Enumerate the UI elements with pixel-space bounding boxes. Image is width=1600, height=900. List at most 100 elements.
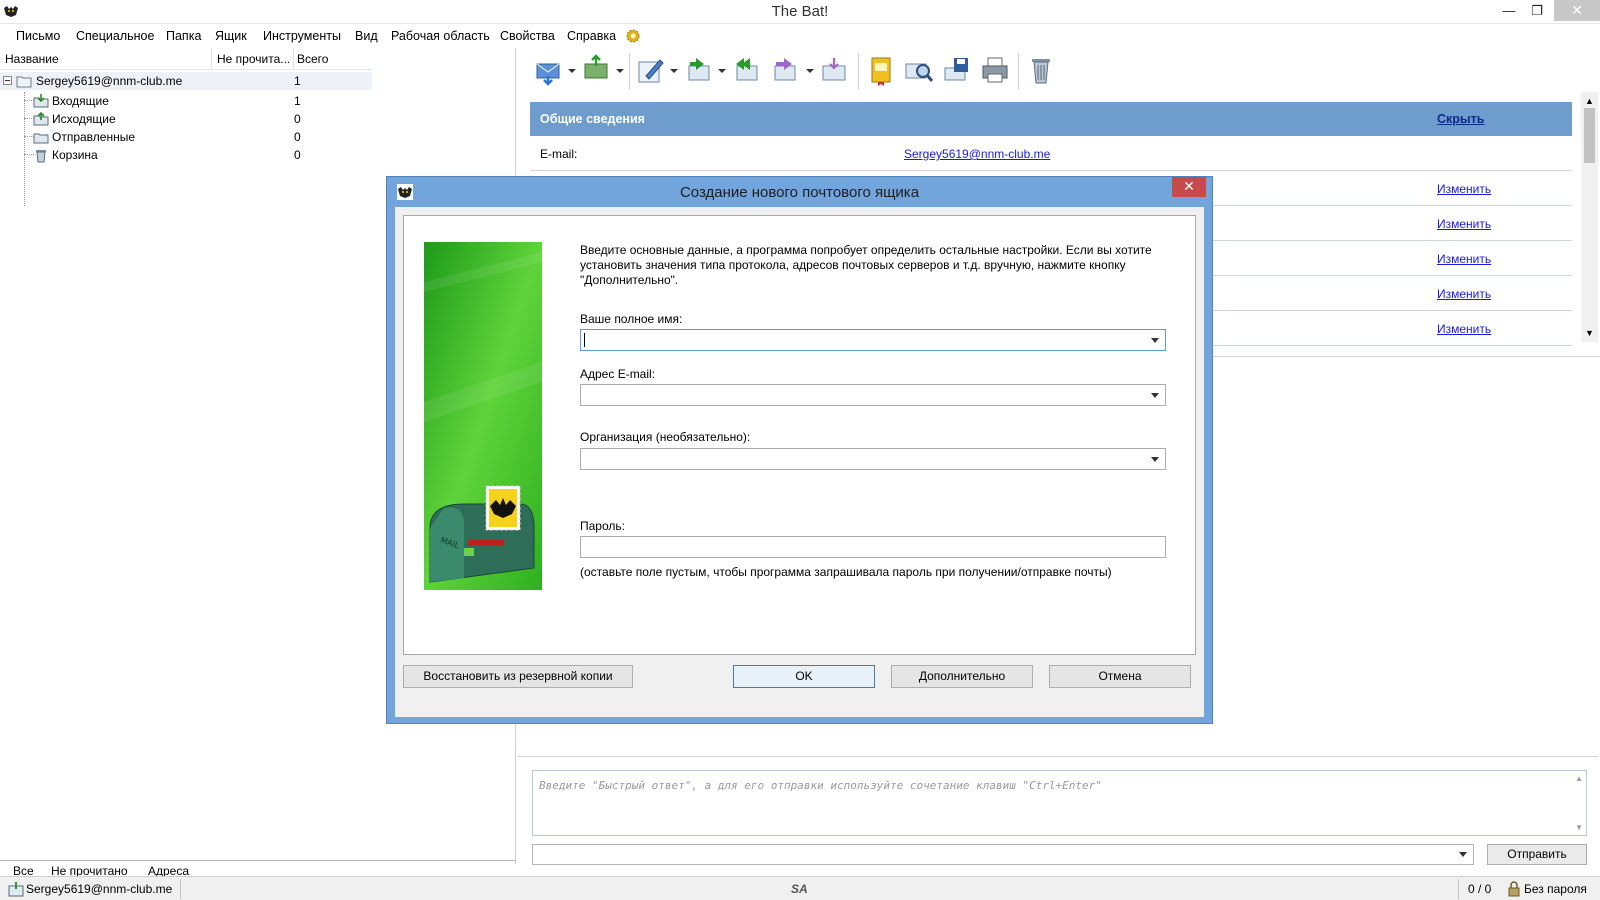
dialog-title-bar: Создание нового почтового ящика ✕ bbox=[387, 177, 1212, 207]
chevron-down-icon[interactable] bbox=[1151, 393, 1159, 398]
column-divider[interactable] bbox=[293, 48, 294, 70]
toolbar-separator bbox=[629, 53, 630, 89]
chevron-down-icon[interactable] bbox=[1151, 338, 1159, 343]
menu-properties[interactable]: Свойства bbox=[500, 29, 555, 43]
folder-list-header: Название Не прочита... Всего bbox=[0, 48, 372, 70]
account-name: Sergey5619@nnm-club.me bbox=[36, 74, 183, 88]
redirect-icon[interactable] bbox=[820, 54, 850, 86]
gear-icon[interactable] bbox=[624, 27, 642, 45]
email-label: E-mail: bbox=[540, 147, 578, 161]
menu-workspace[interactable]: Рабочая область bbox=[391, 29, 490, 43]
inbox-icon bbox=[33, 94, 49, 108]
account-count: 1 bbox=[294, 74, 301, 88]
scroll-up-icon[interactable]: ▲ bbox=[1585, 96, 1594, 106]
menu-view[interactable]: Вид bbox=[355, 29, 378, 43]
folder-item-trash[interactable]: Корзина 0 bbox=[0, 146, 372, 164]
search-mail-icon[interactable] bbox=[904, 54, 934, 86]
trash-icon bbox=[36, 150, 46, 163]
status-security: Без пароля bbox=[1524, 882, 1587, 896]
print-icon[interactable] bbox=[980, 54, 1010, 86]
menu-help[interactable]: Справка bbox=[567, 29, 616, 43]
reply-dropdown[interactable] bbox=[718, 69, 726, 73]
status-bar: Sergey5619@nnm-club.me SA 0 / 0 Без паро… bbox=[0, 876, 1600, 900]
get-mail-icon[interactable] bbox=[534, 54, 564, 86]
scroll-up-icon[interactable]: ▲ bbox=[1575, 774, 1583, 783]
intro-text-line: Введите основные данные, а программа поп… bbox=[580, 243, 1152, 257]
quick-reply-divider bbox=[518, 756, 1598, 757]
menu-letter[interactable]: Письмо bbox=[16, 29, 60, 43]
scroll-down-icon[interactable]: ▼ bbox=[1575, 823, 1583, 832]
email-link[interactable]: Sergey5619@nnm-club.me bbox=[904, 147, 1050, 161]
column-unread[interactable]: Не прочита... bbox=[217, 52, 290, 66]
window-title: The Bat! bbox=[771, 3, 829, 20]
folder-count: 1 bbox=[294, 94, 301, 108]
reply-all-icon[interactable] bbox=[732, 54, 762, 86]
address-book-icon[interactable] bbox=[866, 54, 896, 86]
folder-label: Корзина bbox=[52, 148, 98, 162]
send-button[interactable]: Отправить bbox=[1487, 844, 1587, 865]
main-toolbar bbox=[526, 50, 1066, 92]
minimize-button[interactable]: — bbox=[1494, 2, 1524, 22]
folder-item-sent[interactable]: Отправленные 0 bbox=[0, 128, 372, 146]
ok-button[interactable]: OK bbox=[733, 665, 875, 688]
window-close-button[interactable]: ✕ bbox=[1554, 0, 1600, 21]
scroll-down-icon[interactable]: ▼ bbox=[1585, 328, 1594, 338]
quick-reply-placeholder: Введите "Быстрый ответ", а для его отпра… bbox=[539, 779, 1102, 792]
chevron-down-icon[interactable] bbox=[1151, 457, 1159, 462]
reply-template-select[interactable] bbox=[532, 844, 1474, 865]
forward-dropdown[interactable] bbox=[806, 69, 814, 73]
menu-folder[interactable]: Папка bbox=[166, 29, 201, 43]
dialog-body: MAIL Введите основные данные, а программ… bbox=[395, 207, 1204, 717]
toolbar-separator bbox=[1018, 53, 1019, 89]
intro-text-line: установить значения типа протокола, адре… bbox=[580, 258, 1126, 272]
sent-folder-icon bbox=[33, 133, 49, 144]
edit-link[interactable]: Изменить bbox=[1437, 322, 1491, 336]
mailbox-folder-icon bbox=[16, 76, 32, 88]
dialog-content-frame: MAIL Введите основные данные, а программ… bbox=[403, 215, 1196, 655]
reply-icon[interactable] bbox=[684, 54, 714, 86]
edit-link[interactable]: Изменить bbox=[1437, 182, 1491, 196]
info-scrollbar[interactable]: ▲ ▼ bbox=[1581, 92, 1598, 342]
cancel-button[interactable]: Отмена bbox=[1049, 665, 1191, 688]
delete-icon[interactable] bbox=[1026, 54, 1056, 86]
dialog-close-button[interactable]: ✕ bbox=[1172, 177, 1206, 197]
restore-backup-button[interactable]: Восстановить из резервной копии bbox=[403, 665, 633, 688]
folder-label: Отправленные bbox=[52, 130, 136, 144]
edit-link[interactable]: Изменить bbox=[1437, 217, 1491, 231]
save-message-icon[interactable] bbox=[942, 54, 972, 86]
email-input[interactable] bbox=[580, 384, 1166, 406]
send-mail-icon[interactable] bbox=[582, 54, 612, 86]
menu-mailbox[interactable]: Ящик bbox=[215, 29, 247, 43]
account-row[interactable]: Sergey5619@nnm-club.me 1 bbox=[0, 72, 372, 90]
folder-count: 0 bbox=[294, 112, 301, 126]
toolbar-separator bbox=[858, 53, 859, 89]
restore-button[interactable]: ❐ bbox=[1522, 2, 1552, 22]
folder-label: Входящие bbox=[52, 94, 109, 108]
new-message-dropdown[interactable] bbox=[670, 69, 678, 73]
advanced-button[interactable]: Дополнительно bbox=[891, 665, 1033, 688]
menu-tools[interactable]: Инструменты bbox=[263, 29, 341, 43]
organization-input[interactable] bbox=[580, 448, 1166, 470]
column-divider[interactable] bbox=[211, 48, 212, 70]
column-name[interactable]: Название bbox=[5, 52, 59, 66]
new-message-icon[interactable] bbox=[636, 54, 666, 86]
edit-link[interactable]: Изменить bbox=[1437, 252, 1491, 266]
folder-item-outbox[interactable]: Исходящие 0 bbox=[0, 110, 372, 128]
quick-reply-input[interactable]: Введите "Быстрый ответ", а для его отпра… bbox=[532, 770, 1587, 836]
scroll-thumb[interactable] bbox=[1584, 108, 1595, 163]
edit-link[interactable]: Изменить bbox=[1437, 287, 1491, 301]
folder-count: 0 bbox=[294, 130, 301, 144]
menu-special[interactable]: Специальное bbox=[76, 29, 154, 43]
column-total[interactable]: Всего bbox=[297, 52, 328, 66]
chevron-down-icon[interactable] bbox=[1459, 852, 1467, 857]
menu-bar: Письмо Специальное Папка Ящик Инструмент… bbox=[0, 24, 1600, 48]
password-input[interactable] bbox=[580, 536, 1166, 558]
collapse-toggle-icon[interactable] bbox=[3, 76, 12, 85]
forward-icon[interactable] bbox=[772, 54, 802, 86]
hide-link[interactable]: Скрыть bbox=[1437, 112, 1484, 126]
folder-item-inbox[interactable]: Входящие 1 bbox=[0, 92, 372, 110]
status-separator bbox=[1458, 879, 1459, 899]
get-mail-dropdown[interactable] bbox=[568, 69, 576, 73]
full-name-input[interactable] bbox=[580, 329, 1166, 351]
send-mail-dropdown[interactable] bbox=[616, 69, 624, 73]
